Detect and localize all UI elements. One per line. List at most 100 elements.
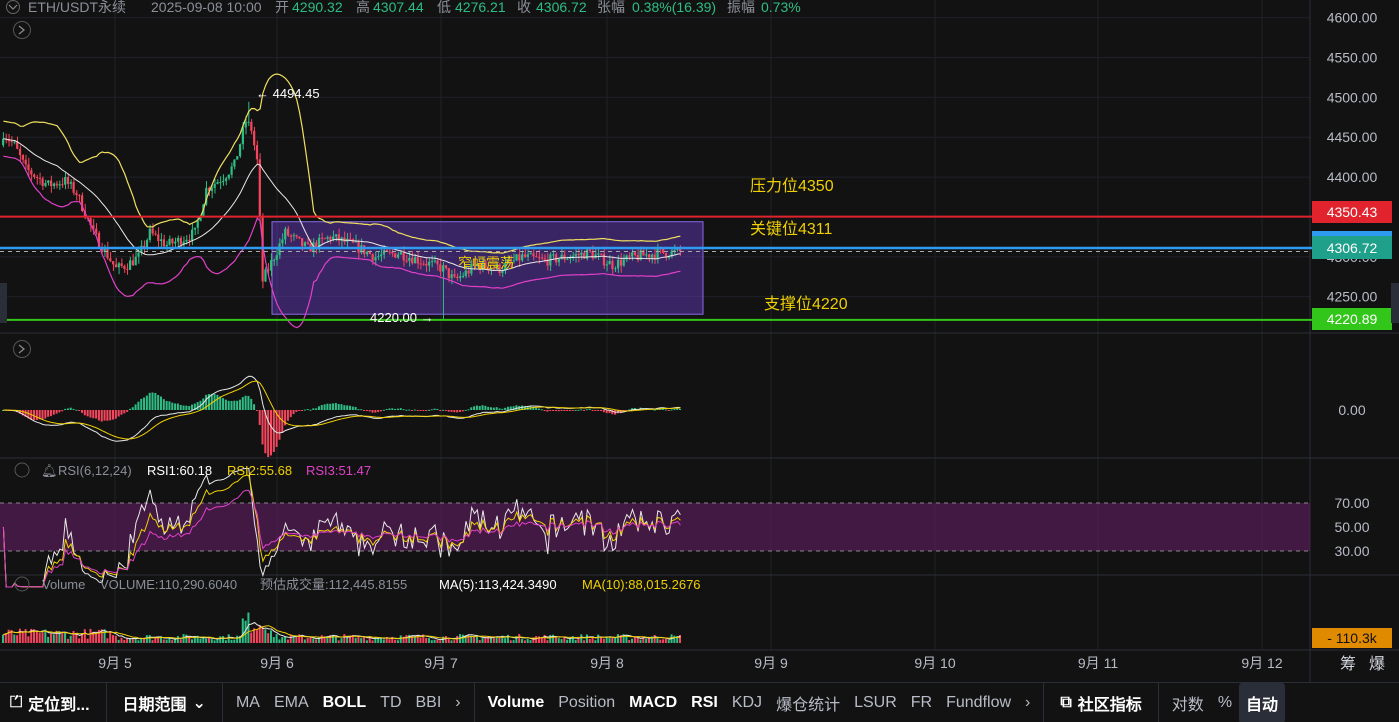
volume-bar	[541, 638, 543, 643]
macd-hist-bar	[197, 402, 199, 410]
main-ind-boll[interactable]: BOLL	[316, 694, 374, 712]
liquidation-button[interactable]: 爆	[1369, 654, 1385, 673]
locate-button[interactable]: ⏍ 定位到...	[0, 691, 100, 715]
candle-body	[544, 258, 546, 259]
macd-hist-bar	[397, 409, 399, 410]
sub-ind-position[interactable]: Position	[551, 694, 622, 712]
sub-ind-rsi[interactable]: RSI	[684, 694, 725, 712]
right-scroll-handle[interactable]	[1391, 283, 1399, 323]
macd-hist-bar	[335, 403, 337, 410]
sub-ind-macd[interactable]: MACD	[622, 694, 684, 712]
macd-hist-bar	[408, 410, 410, 411]
macd-hist-bar	[304, 410, 306, 411]
candle-body	[625, 255, 627, 259]
volume-bar	[549, 635, 551, 643]
macd-hist-bar	[603, 410, 605, 412]
volume-bar	[2, 635, 4, 643]
chart-canvas[interactable]: 4250.004300.004350.004400.004450.004500.…	[0, 0, 1399, 682]
candle-body	[56, 184, 58, 186]
chips-button[interactable]: 筹	[1340, 655, 1356, 673]
volume-bar	[583, 640, 585, 643]
macd-hist-bar	[453, 410, 455, 412]
volume-bar	[569, 639, 571, 643]
macd-hist-bar	[434, 409, 436, 410]
sub-ind-volume[interactable]: Volume	[481, 694, 552, 712]
volume-bar	[419, 638, 421, 643]
sub-ind-lsur[interactable]: LSUR	[847, 694, 904, 712]
volume-bar	[436, 640, 438, 643]
macd-hist-bar	[456, 410, 458, 412]
candle-body	[157, 234, 159, 241]
macd-hist-bar	[589, 409, 591, 410]
volume-bar	[341, 638, 343, 643]
volume-bar	[36, 631, 38, 643]
main-ind-td[interactable]: TD	[373, 694, 408, 712]
left-scroll-handle[interactable]	[0, 283, 7, 323]
volume-bar	[309, 637, 311, 643]
volume-bar	[109, 631, 111, 643]
date-range-button[interactable]: 日期范围 ⌄	[113, 691, 216, 715]
main-ind-ema[interactable]: EMA	[267, 694, 316, 712]
macd-hist-bar	[592, 410, 594, 411]
candle-body	[400, 252, 402, 254]
candle-body	[245, 122, 247, 128]
candle-body	[228, 175, 230, 179]
sub-ind-kdj[interactable]: KDJ	[725, 694, 769, 712]
macd-hist-bar	[247, 396, 249, 410]
main-ind-bbi[interactable]: BBI	[409, 694, 449, 712]
volume-bar	[575, 640, 577, 643]
candle-body	[239, 144, 241, 156]
volume-bar	[428, 638, 430, 643]
candle-body	[41, 178, 43, 186]
volume-bar	[152, 640, 154, 643]
candle-body	[538, 257, 540, 258]
sub-ind-liq[interactable]: 爆仓统计	[769, 691, 847, 715]
volume-bar	[654, 635, 656, 643]
chevron-right-icon[interactable]: ›	[448, 694, 467, 712]
macd-hist-bar	[442, 410, 444, 411]
chevron-right-icon[interactable]: ›	[1018, 694, 1037, 712]
volume-bar	[659, 640, 661, 643]
volume-bar	[163, 640, 165, 643]
main-ind-ma[interactable]: MA	[229, 694, 267, 712]
candle-body	[524, 254, 526, 257]
macd-hist-bar	[546, 410, 548, 412]
volume-bar	[656, 638, 658, 643]
volume-bar	[304, 639, 306, 643]
volume-bar	[380, 638, 382, 643]
volume-bar	[597, 635, 599, 643]
percent-scale-toggle[interactable]: %	[1211, 694, 1239, 712]
candle-body	[149, 229, 151, 240]
bell-icon[interactable]: 🔔︎	[41, 463, 58, 478]
volume-bar	[434, 640, 436, 643]
volume-bar	[594, 640, 596, 643]
volume-bar	[115, 636, 117, 643]
key-level-annotation: 关键位4311	[750, 220, 833, 238]
candle-body	[575, 254, 577, 256]
candle-body	[13, 142, 15, 143]
candle-body	[651, 255, 653, 258]
macd-hist-bar	[541, 409, 543, 410]
candle-body	[374, 257, 376, 260]
log-scale-toggle[interactable]: 对数	[1165, 691, 1211, 715]
volume-bar	[668, 640, 670, 643]
volume-bar	[366, 640, 368, 643]
macd-hist-bar	[346, 405, 348, 410]
volume-bar	[383, 639, 385, 643]
sub-ind-fr[interactable]: FR	[904, 694, 939, 712]
community-indicators-button[interactable]: ⧉ 社区指标	[1050, 691, 1151, 715]
macd-hist-bar	[487, 407, 489, 410]
macd-hist-bar	[566, 410, 568, 411]
rsi-tick-label: 50.00	[1334, 519, 1369, 535]
macd-hist-bar	[67, 408, 69, 410]
candle-body	[459, 276, 461, 278]
bottom-toolbar: ⏍ 定位到... 日期范围 ⌄ MA EMA BOLL TD BBI › Vol…	[0, 682, 1399, 722]
auto-scale-toggle[interactable]: 自动	[1239, 683, 1285, 722]
sub-ind-fundflow[interactable]: Fundflow	[939, 694, 1018, 712]
volume-bar	[665, 639, 667, 643]
macd-hist-bar	[411, 410, 413, 411]
vol-ma10: MA(10):88,015.2676	[582, 577, 701, 592]
candle-body	[419, 263, 421, 264]
candle-body	[112, 261, 114, 264]
macd-hist-bar	[465, 410, 467, 411]
